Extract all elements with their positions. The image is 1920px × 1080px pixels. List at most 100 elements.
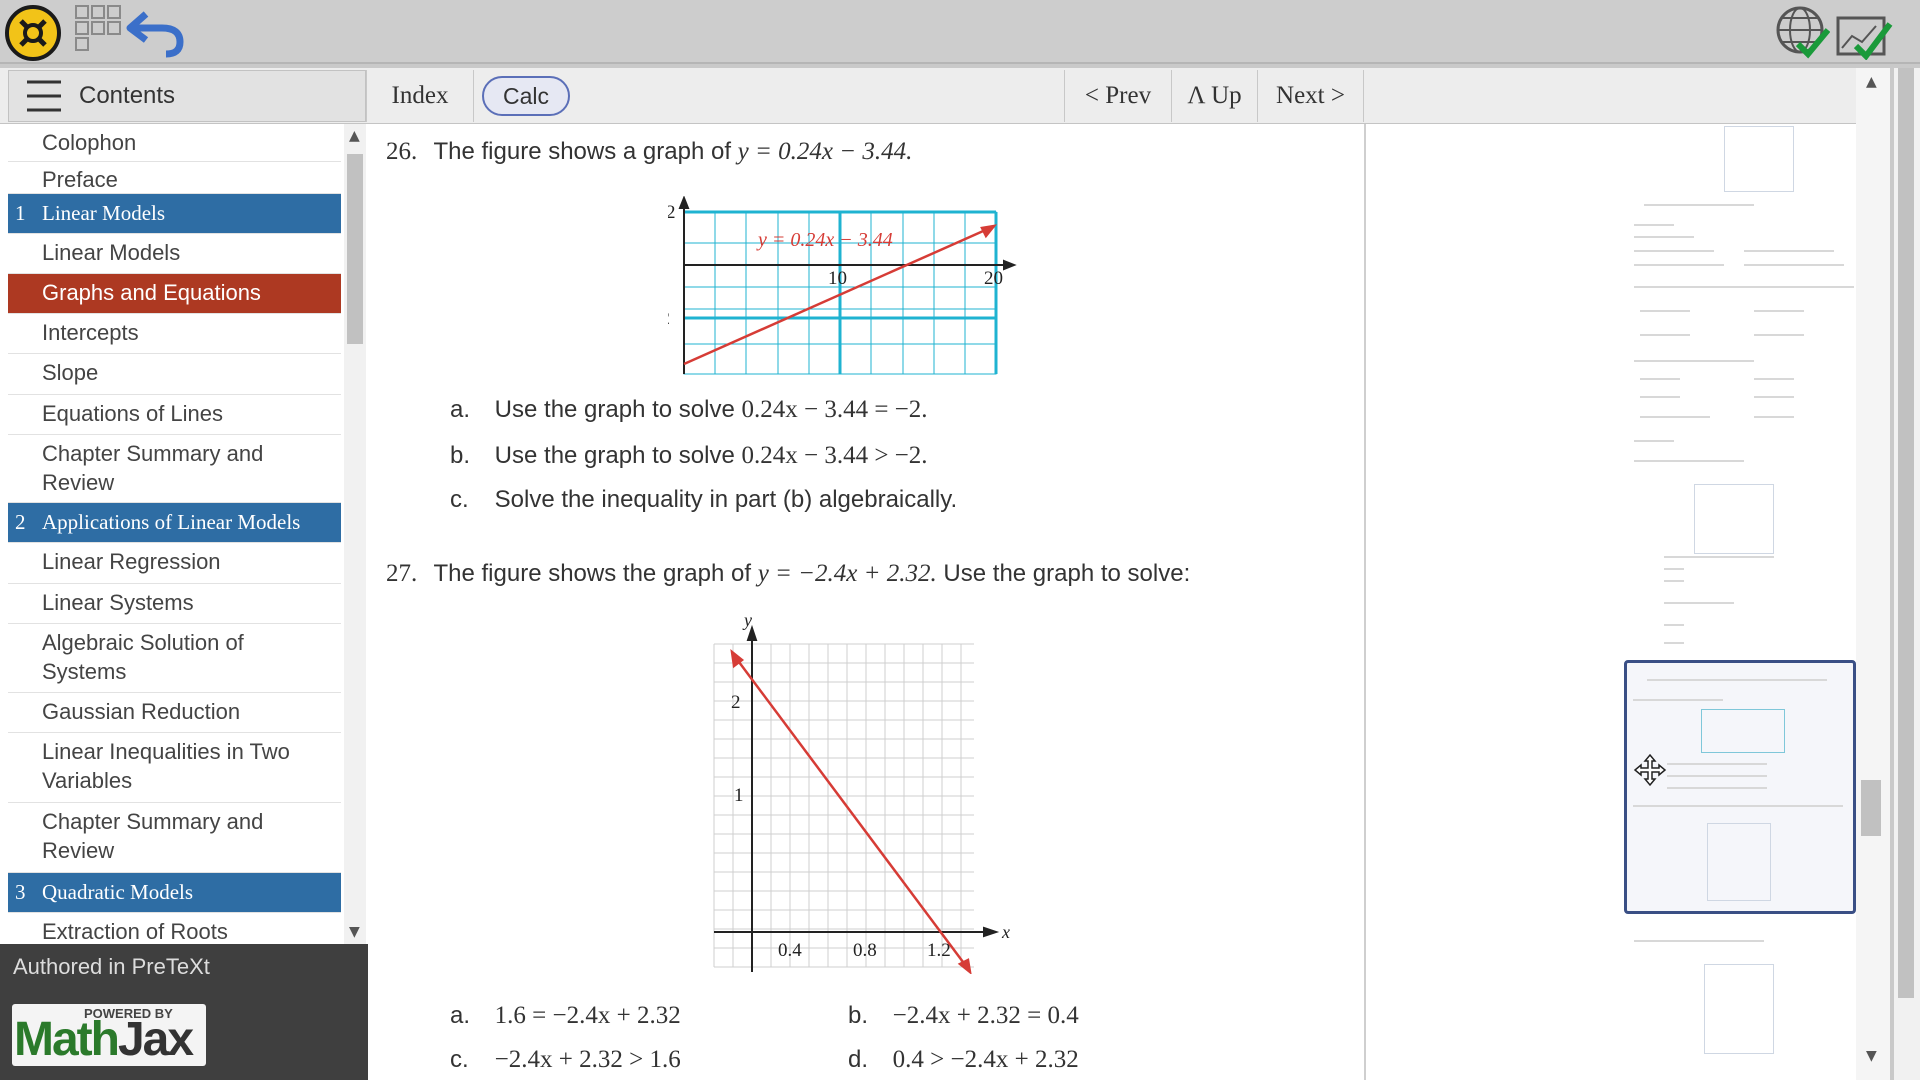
graph-26-ytick-2: 2: [668, 202, 676, 223]
chart-check-icon[interactable]: [1834, 8, 1894, 64]
thumbnail-text-line: [1754, 378, 1794, 380]
thumbnail-text-line: [1647, 679, 1827, 681]
task-27a: a. 1.6 = −2.4x + 2.32: [450, 1002, 681, 1030]
contents-toggle-button[interactable]: Contents: [8, 70, 366, 122]
thumbnail-strip[interactable]: [1624, 124, 1856, 1080]
thumbnail-text-line: [1664, 602, 1734, 604]
grid-icon[interactable]: [74, 4, 124, 56]
chapter-title: Linear Models: [42, 201, 166, 225]
thumbnail-text-line: [1633, 805, 1843, 807]
index-button[interactable]: Index: [366, 70, 474, 122]
task-27c: c. −2.4x + 2.32 > 1.6: [450, 1046, 681, 1074]
up-button[interactable]: Λ Up: [1172, 70, 1258, 122]
book-header: Contents Index Calc < Prev Λ Up Next >: [0, 68, 1856, 124]
toc-item-intercepts[interactable]: Intercepts: [8, 314, 341, 354]
task-26a: a. Use the graph to solve 0.24x − 3.44 =…: [450, 396, 928, 424]
toc-item-gaussian-reduction[interactable]: Gaussian Reduction: [8, 693, 341, 733]
toc-item-chapter-summary-1[interactable]: Chapter Summary and Review: [8, 435, 341, 503]
chapter-number: 1: [15, 201, 26, 225]
next-button[interactable]: Next >: [1258, 70, 1364, 122]
thumbnail-text-line: [1744, 250, 1834, 252]
current-page-thumbnail[interactable]: [1624, 660, 1856, 914]
graph-26: y = 0.24x − 3.44 2 -2 10 20: [668, 196, 1017, 375]
thumbnail-scrollbar-thumb[interactable]: [1861, 780, 1881, 836]
toc-item-colophon[interactable]: Colophon: [8, 124, 341, 162]
scroll-down-arrow-icon[interactable]: ▼: [1866, 1048, 1877, 1064]
app-toolbar: [0, 0, 1920, 64]
toc-item-extraction-roots[interactable]: Extraction of Roots: [8, 913, 341, 944]
hamburger-icon: [27, 80, 61, 112]
globe-check-icon[interactable]: [1774, 4, 1831, 64]
toc-scrollbar-thumb[interactable]: [347, 154, 363, 344]
graph-26-ytick-neg2: -2: [668, 308, 670, 329]
scroll-up-arrow-icon[interactable]: ▲: [1866, 74, 1877, 90]
thumbnail-text-line: [1667, 775, 1767, 777]
pretext-link[interactable]: Authored in PreTeXt: [13, 954, 210, 980]
thumbnail-text-line: [1640, 378, 1680, 380]
task-27d: d. 0.4 > −2.4x + 2.32: [848, 1046, 1079, 1074]
thumbnail-text-line: [1634, 286, 1854, 288]
thumbnail-text-line: [1664, 580, 1684, 582]
scroll-down-arrow-icon[interactable]: ▼: [349, 924, 360, 940]
scroll-up-arrow-icon[interactable]: ▲: [349, 128, 360, 144]
thumbnail-text-line: [1634, 440, 1674, 442]
toc-item-equations-of-lines[interactable]: Equations of Lines: [8, 395, 341, 435]
thumbnail-text-line: [1640, 310, 1690, 312]
task-label: a.: [450, 1002, 471, 1029]
toc-item-linear-models[interactable]: Linear Models: [8, 234, 341, 274]
thumbnail-text-line: [1754, 310, 1804, 312]
mathjax-logo[interactable]: POWERED BY MathJax: [12, 1004, 206, 1066]
toc-chapter-linear-models[interactable]: 1 Linear Models: [8, 194, 341, 234]
graph-26-label: y = 0.24x − 3.44: [756, 229, 893, 251]
toc-list[interactable]: Colophon Preface 1 Linear Models Linear …: [8, 124, 341, 944]
task-text: Use the graph to solve: [494, 442, 735, 469]
window-scrollbar[interactable]: [1894, 68, 1920, 1080]
task-27b: b. −2.4x + 2.32 = 0.4: [848, 1002, 1079, 1030]
exercise-text: The figure shows the graph of: [433, 560, 752, 587]
undo-icon[interactable]: [124, 8, 186, 62]
toc-item-preface[interactable]: Preface: [8, 162, 341, 194]
chapter-title: Applications of Linear Models: [42, 510, 301, 534]
graph-27-axis-y: y: [742, 614, 752, 630]
graph-26-xtick-10: 10: [828, 268, 847, 289]
app-logo-icon[interactable]: [4, 4, 62, 66]
task-26b: b. Use the graph to solve 0.24x − 3.44 >…: [450, 442, 928, 470]
toc-item-slope[interactable]: Slope: [8, 354, 341, 395]
thumbnail-text-line: [1744, 264, 1844, 266]
task-label: b.: [450, 442, 471, 469]
chapter-number: 2: [15, 510, 26, 534]
logo-jax: Jax: [117, 1013, 194, 1066]
main-content: 26. The figure shows a graph of y = 0.24…: [368, 124, 1366, 1080]
graph-27: y x 2 1 0.4 0.8 1.2: [713, 614, 1010, 974]
toc-chapter-quadratic[interactable]: 3 Quadratic Models: [8, 873, 341, 913]
thumbnail-text-line: [1634, 250, 1714, 252]
task-label: c.: [450, 486, 469, 513]
prev-button[interactable]: < Prev: [1064, 70, 1172, 122]
toc-item-linear-inequalities[interactable]: Linear Inequalities in Two Variables: [8, 733, 341, 803]
thumbnail-scrollbar[interactable]: ▲ ▼: [1856, 68, 1890, 1080]
thumbnail-text-line: [1664, 568, 1684, 570]
task-math: −2.4x + 2.32 = 0.4: [892, 1002, 1079, 1029]
toc-item-graphs-equations[interactable]: Graphs and Equations: [8, 274, 341, 314]
thumbnail-graph: [1724, 126, 1794, 192]
task-label: b.: [848, 1002, 869, 1029]
graph-27-axis-x: x: [1001, 922, 1010, 942]
thumbnail-text-line: [1640, 396, 1680, 398]
thumbnail-text-line: [1634, 264, 1724, 266]
thumbnail-text-line: [1633, 699, 1723, 701]
calc-button[interactable]: Calc: [482, 76, 570, 116]
window-scrollbar-thumb[interactable]: [1898, 68, 1914, 998]
toc-item-linear-systems[interactable]: Linear Systems: [8, 584, 341, 624]
exercise-number: 26.: [386, 138, 418, 165]
thumbnail-text-line: [1664, 556, 1774, 558]
toc-chapter-applications[interactable]: 2 Applications of Linear Models: [8, 503, 341, 543]
toc-item-linear-regression[interactable]: Linear Regression: [8, 543, 341, 584]
toc-scrollbar[interactable]: ▲ ▼: [344, 124, 366, 944]
contents-label: Contents: [79, 82, 176, 109]
chapter-number: 3: [15, 880, 26, 904]
task-math: −2.4x + 2.32 > 1.6: [494, 1046, 681, 1073]
thumbnail-text-line: [1754, 334, 1804, 336]
thumbnail-graph: [1707, 823, 1771, 901]
toc-item-algebraic-solution[interactable]: Algebraic Solution of Systems: [8, 624, 341, 693]
toc-item-chapter-summary-2[interactable]: Chapter Summary and Review: [8, 803, 341, 873]
